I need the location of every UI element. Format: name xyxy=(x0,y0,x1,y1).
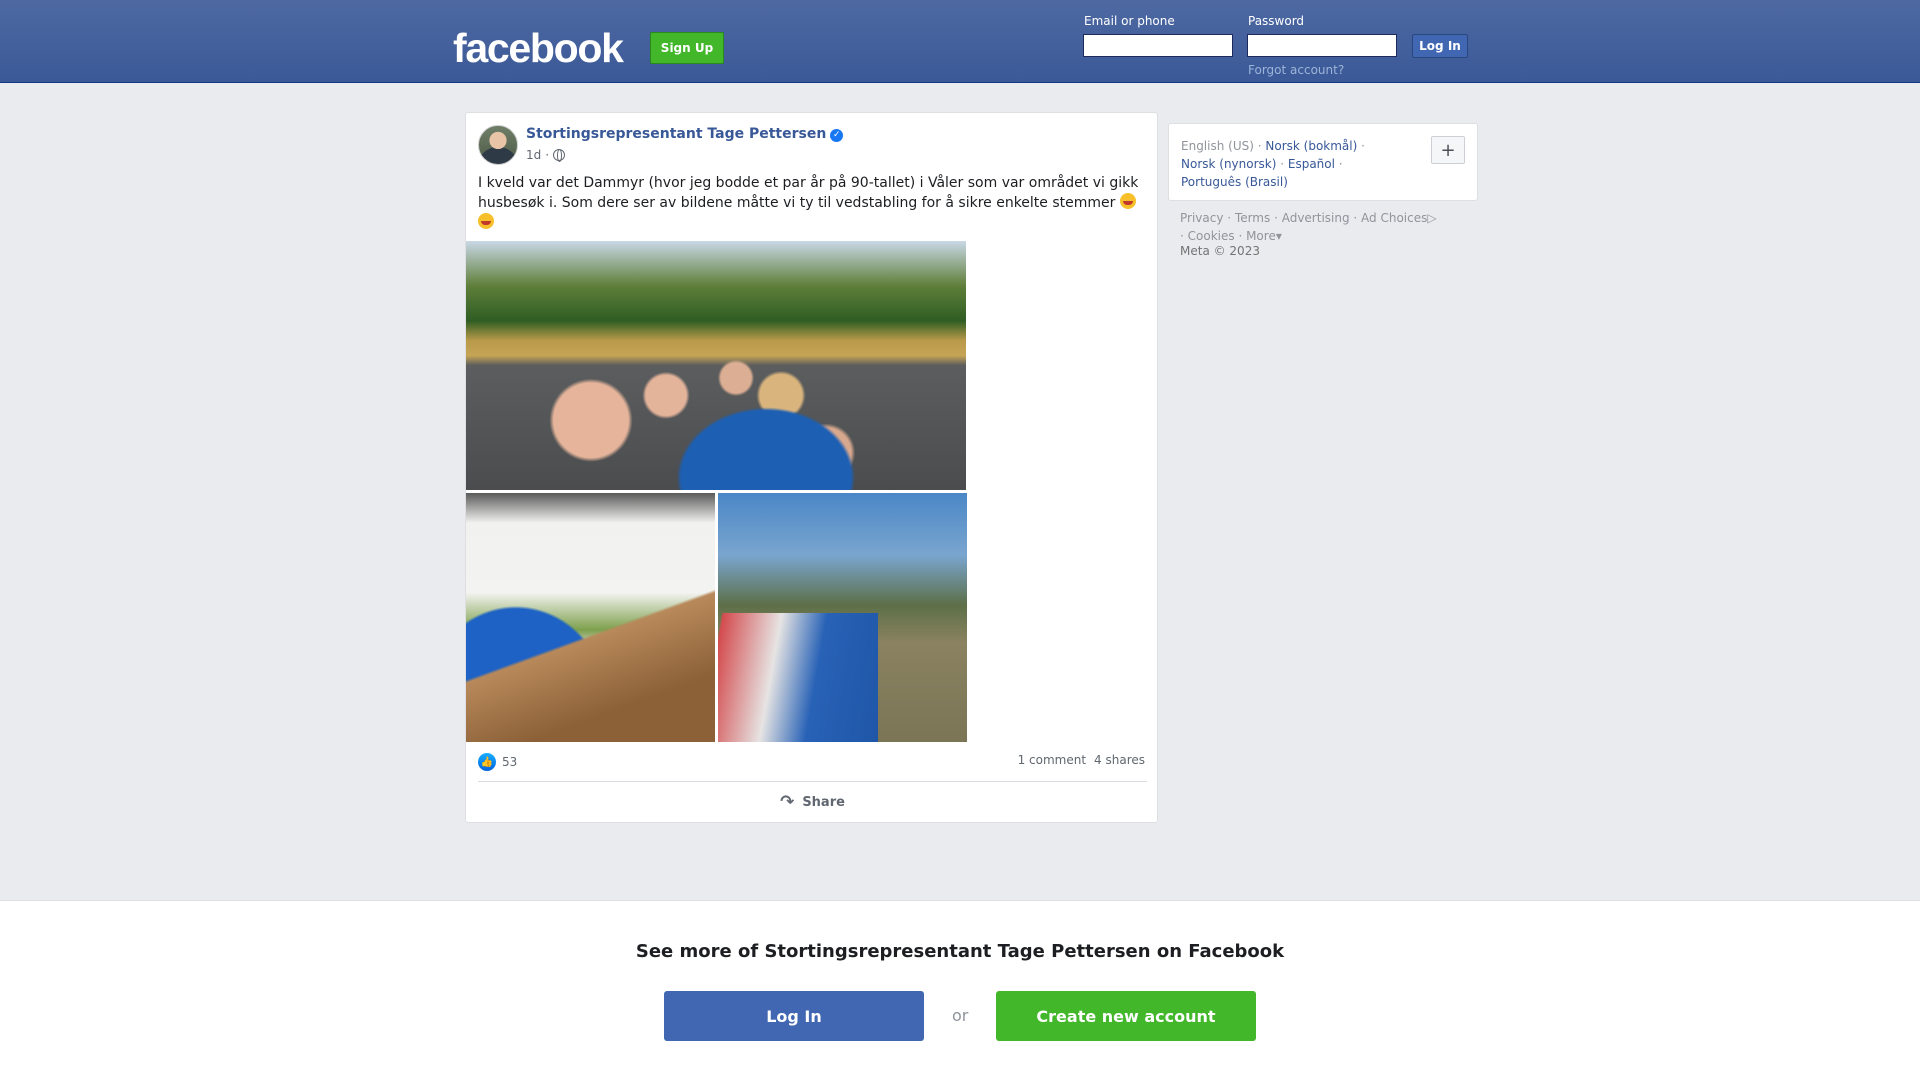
author-name[interactable]: Stortingsrepresentant Tage Pettersen ✓ xyxy=(526,126,844,142)
more-link[interactable]: More xyxy=(1246,229,1276,243)
advertising-link[interactable]: Advertising xyxy=(1282,211,1350,225)
bottom-login-button[interactable]: Log In xyxy=(664,991,924,1041)
language-box: English (US) · Norsk (bokmål) · Norsk (n… xyxy=(1168,123,1478,201)
post-card: Stortingsrepresentant Tage Pettersen ✓ 1d… xyxy=(465,112,1158,823)
footer-links: Privacy · Terms · Advertising · Ad Choic… xyxy=(1180,211,1437,243)
comment-count[interactable]: 1 comment xyxy=(1018,753,1086,767)
cookies-link[interactable]: Cookies xyxy=(1188,229,1235,243)
language-portugues[interactable]: Português (Brasil) xyxy=(1181,175,1288,189)
post-timestamp[interactable]: 1d xyxy=(526,148,541,162)
signup-button[interactable]: Sign Up xyxy=(650,32,724,64)
engagement-counts: 1 comment 4 shares xyxy=(1018,753,1145,767)
top-bar: facebook Sign Up Email or phone Password… xyxy=(0,0,1920,83)
email-label: Email or phone xyxy=(1084,14,1175,28)
reaction-summary[interactable]: 👍 53 xyxy=(478,753,517,771)
forgot-account-link[interactable]: Forgot account? xyxy=(1248,63,1344,77)
verified-badge-icon: ✓ xyxy=(830,129,844,142)
email-field[interactable] xyxy=(1083,34,1233,57)
post-text-body: I kveld var det Dammyr (hvor jeg bodde e… xyxy=(478,175,1139,211)
language-norsk-bokmal[interactable]: Norsk (bokmål) xyxy=(1265,139,1357,153)
post-photo-brochure[interactable] xyxy=(718,493,967,742)
post-text: I kveld var det Dammyr (hvor jeg bodde e… xyxy=(478,173,1148,233)
add-language-button[interactable]: + xyxy=(1431,136,1465,164)
login-prompt-bar: See more of Stortingsrepresentant Tage P… xyxy=(0,900,1920,1080)
share-icon: ↷ xyxy=(780,792,795,812)
ad-choices-link[interactable]: Ad Choices xyxy=(1361,211,1427,225)
password-field[interactable] xyxy=(1247,34,1397,57)
laughing-emoji-icon xyxy=(1119,193,1136,209)
caret-down-icon: ▾ xyxy=(1275,229,1282,243)
author-name-text[interactable]: Stortingsrepresentant Tage Pettersen xyxy=(526,126,826,142)
language-norsk-nynorsk[interactable]: Norsk (nynorsk) xyxy=(1181,157,1276,171)
globe-icon xyxy=(553,149,566,162)
or-separator: or xyxy=(952,1006,969,1025)
share-label: Share xyxy=(802,794,845,810)
language-current: English (US) xyxy=(1181,139,1254,153)
reaction-count[interactable]: 53 xyxy=(502,755,517,769)
login-button[interactable]: Log In xyxy=(1412,34,1468,58)
password-label: Password xyxy=(1248,14,1305,28)
laughing-emoji-icon xyxy=(478,213,494,229)
post-photo-group-selfie[interactable] xyxy=(466,241,966,490)
share-count[interactable]: 4 shares xyxy=(1094,753,1145,767)
login-prompt-title: See more of Stortingsrepresentant Tage P… xyxy=(635,941,1285,962)
author-avatar[interactable] xyxy=(478,125,518,165)
post-photo-firewood[interactable] xyxy=(466,493,715,742)
language-espanol[interactable]: Español xyxy=(1288,157,1335,171)
create-account-button[interactable]: Create new account xyxy=(996,991,1256,1041)
share-button[interactable]: ↷ Share xyxy=(466,783,1159,821)
terms-link[interactable]: Terms xyxy=(1235,211,1270,225)
copyright: Meta © 2023 xyxy=(1180,244,1260,258)
language-list: English (US) · Norsk (bokmål) · Norsk (n… xyxy=(1181,139,1365,189)
ad-choices-icon: ▷ xyxy=(1427,211,1437,225)
divider xyxy=(478,781,1147,782)
like-icon: 👍 xyxy=(478,753,496,771)
privacy-link[interactable]: Privacy xyxy=(1180,211,1223,225)
meta-separator: · xyxy=(545,148,550,162)
facebook-logo[interactable]: facebook xyxy=(453,24,624,72)
post-meta: 1d · xyxy=(526,148,566,162)
